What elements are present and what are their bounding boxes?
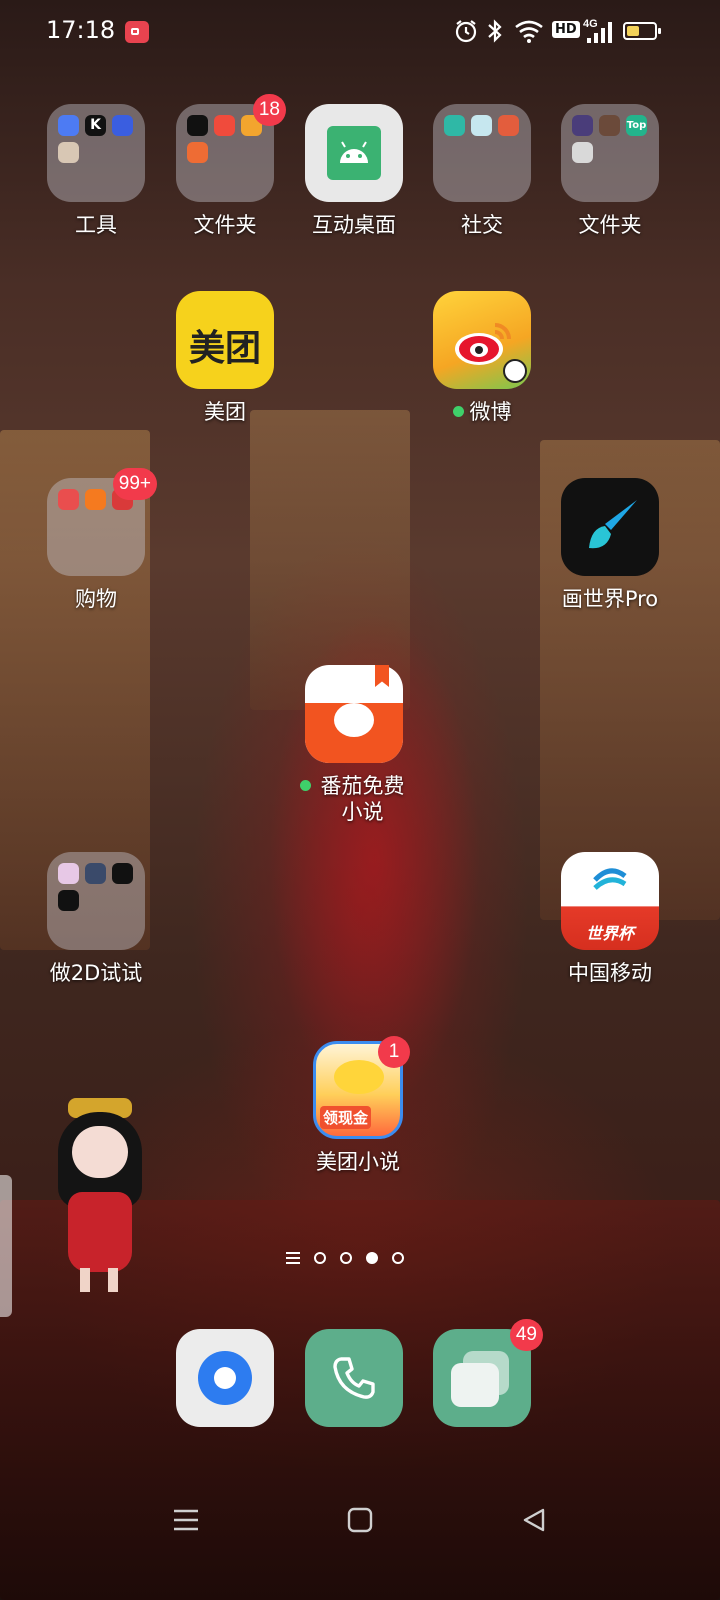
status-bar: 17:18 HD 4G: [0, 0, 720, 64]
navigation-bar: [0, 1490, 720, 1550]
page-dot-active[interactable]: [366, 1252, 378, 1264]
cash-promo-text: 领现金: [320, 1106, 372, 1129]
app-label-text: 番茄免费小说: [320, 774, 405, 824]
page-dot[interactable]: [314, 1252, 326, 1264]
app-huashijie-pro[interactable]: 画世界Pro: [550, 478, 670, 612]
app-label: 做2D试试: [49, 961, 143, 985]
app-label: 购物: [75, 587, 117, 611]
world-cup-text: 世界杯: [585, 924, 634, 943]
side-panel-handle[interactable]: [0, 1175, 12, 1317]
app-label: 番茄免费小说: [294, 773, 414, 825]
app-label: 文件夹: [578, 213, 642, 237]
app-china-mobile[interactable]: 世界杯 中国移动: [550, 852, 670, 986]
mini-k-icon: K: [85, 115, 106, 136]
meituan-icon: 美团: [176, 291, 274, 389]
page-indicator[interactable]: [286, 1252, 404, 1264]
folder-do2d[interactable]: 做2D试试: [36, 852, 156, 986]
folder-icon: [433, 104, 531, 202]
square-icon: [347, 1507, 373, 1533]
notification-badge: 18: [252, 94, 286, 126]
folder-icon: Top: [561, 104, 659, 202]
notification-badge: 1: [378, 1036, 410, 1068]
app-label: 画世界Pro: [561, 587, 659, 611]
folder-social[interactable]: 社交: [422, 104, 542, 238]
hd-voice-badge: HD: [552, 21, 580, 38]
folder-files-1[interactable]: 18 文件夹: [165, 94, 286, 238]
mini-top-icon: Top: [626, 115, 647, 136]
app-meituan-novel[interactable]: 领现金 1 美团小说: [298, 1036, 418, 1175]
app-label-text: 微博: [469, 400, 512, 424]
notification-badge: 99+: [112, 468, 157, 500]
recents-button[interactable]: [156, 1490, 216, 1550]
app-label: 互动桌面: [312, 213, 396, 237]
app-label: 社交: [461, 213, 503, 237]
alarm-icon: [455, 20, 477, 43]
dock-messages[interactable]: 49: [422, 1319, 543, 1427]
home-screen: 17:18 HD 4G K 工具 18 文件夹 互动桌面 社交 Top 文件夹 …: [0, 0, 720, 1600]
app-label: 美团: [204, 400, 246, 424]
signal-icon: 4G: [583, 18, 613, 44]
screen-record-icon: [125, 21, 149, 43]
folder-icon: K: [47, 104, 145, 202]
page-dot[interactable]: [392, 1252, 404, 1264]
paintbrush-icon: [561, 478, 659, 576]
browser-icon: [176, 1329, 274, 1427]
app-fanqie-novel[interactable]: 番茄免费小说: [294, 665, 414, 825]
wifi-icon: [515, 20, 543, 43]
gold-ingot-icon: 领现金 1: [313, 1036, 410, 1139]
back-triangle-icon: [523, 1508, 545, 1532]
folder-icon: 18: [176, 94, 286, 202]
chibi-character-sticker[interactable]: [44, 1092, 156, 1292]
folder-icon: [47, 852, 145, 950]
meituan-logo-text: 美团: [188, 328, 261, 369]
dock-browser[interactable]: [165, 1329, 285, 1427]
online-dot: [299, 779, 311, 791]
menu-lines-icon: [174, 1509, 198, 1531]
clock: 17:18: [46, 16, 116, 44]
home-button[interactable]: [330, 1490, 390, 1550]
online-dot: [452, 405, 464, 417]
back-button[interactable]: [504, 1490, 564, 1550]
folder-files-2[interactable]: Top 文件夹: [550, 104, 670, 238]
app-label: 美团小说: [316, 1150, 400, 1174]
china-mobile-icon: 世界杯: [561, 852, 659, 950]
app-meituan[interactable]: 美团 美团: [165, 291, 285, 425]
battery-icon: [623, 22, 661, 40]
app-weibo[interactable]: 微博: [422, 291, 542, 425]
android-icon: [305, 104, 403, 202]
page-menu-icon[interactable]: [286, 1252, 300, 1264]
weibo-icon: [433, 291, 531, 389]
app-label: 文件夹: [193, 213, 257, 237]
app-interactive-desktop[interactable]: 互动桌面: [294, 104, 414, 238]
app-label: 工具: [75, 213, 117, 237]
notification-badge: 49: [509, 1319, 543, 1351]
phone-icon: [305, 1329, 403, 1427]
battery-level: [627, 26, 639, 36]
folder-icon: 99+: [47, 468, 157, 576]
tomato-icon: [305, 665, 403, 763]
folder-shopping[interactable]: 99+ 购物: [36, 468, 157, 612]
page-dot[interactable]: [340, 1252, 352, 1264]
app-label: 中国移动: [568, 961, 652, 985]
app-label: 微博: [422, 399, 542, 425]
dock-phone[interactable]: [294, 1329, 414, 1427]
messages-icon: 49: [433, 1319, 543, 1427]
bluetooth-icon: [488, 19, 502, 43]
folder-tools[interactable]: K 工具: [36, 104, 156, 238]
